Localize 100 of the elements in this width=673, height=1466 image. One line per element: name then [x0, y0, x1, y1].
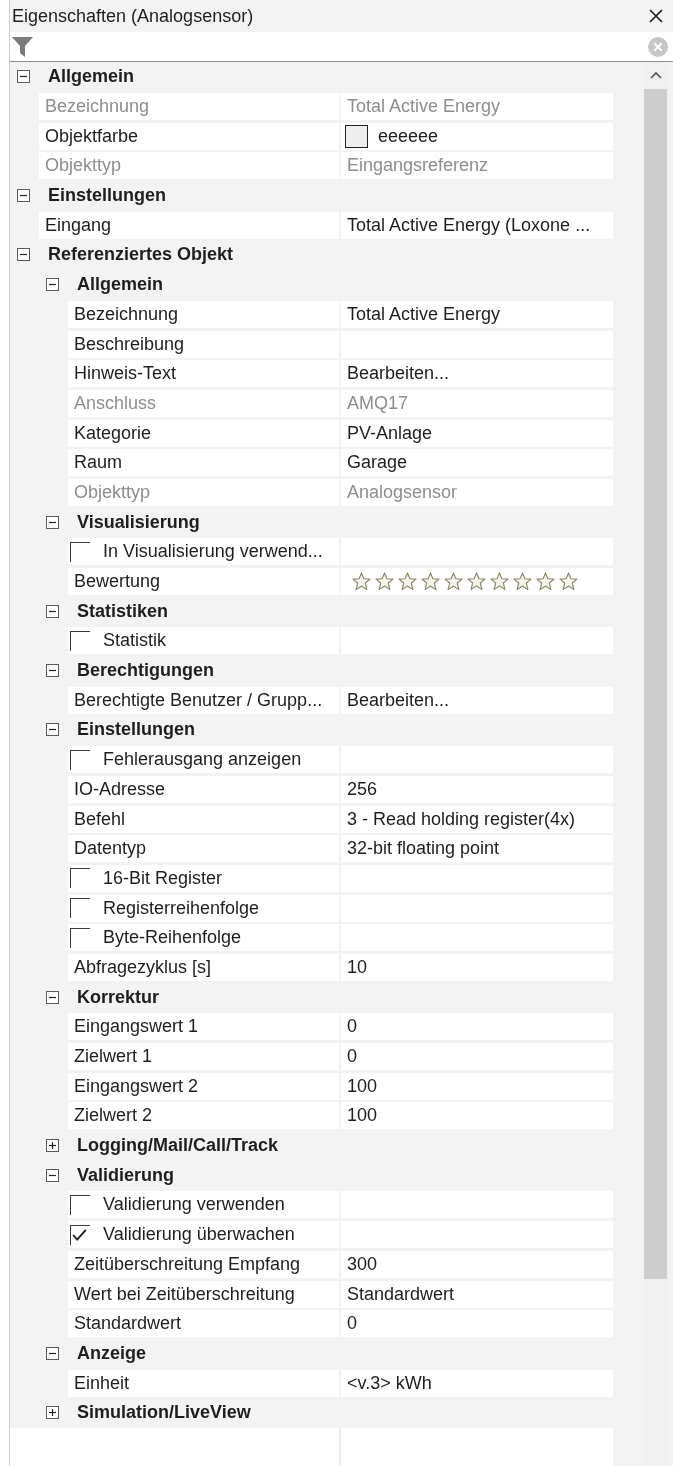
property-value[interactable]: Standardwert — [341, 1280, 613, 1308]
property-label: Hinweis-Text — [68, 360, 339, 388]
property-label: Datentyp — [68, 835, 339, 863]
property-label: Raum — [68, 449, 339, 477]
collapse-icon[interactable] — [17, 70, 30, 84]
collapse-icon[interactable] — [46, 604, 59, 618]
property-label: Zeitüberschreitung Empfang — [68, 1250, 339, 1278]
checkbox-label: 16-Bit Register — [103, 867, 223, 889]
star-icon[interactable] — [467, 572, 486, 592]
property-label: Beschreibung — [68, 330, 339, 358]
expand-icon[interactable] — [46, 1139, 59, 1153]
collapse-icon[interactable] — [17, 248, 30, 262]
close-icon[interactable] — [649, 9, 663, 23]
checkbox-label: Statistik — [103, 630, 167, 652]
collapse-icon[interactable] — [17, 189, 30, 203]
star-icon[interactable] — [398, 572, 417, 592]
property-value[interactable]: 10 — [341, 953, 613, 981]
checkbox[interactable] — [70, 898, 90, 919]
category-title: Logging/Mail/Call/Track — [77, 1135, 279, 1157]
category-title: Einstellungen — [48, 185, 166, 207]
property-value[interactable]: Total Active Energy (Loxone ... — [341, 211, 613, 239]
property-value[interactable]: Bearbeiten... — [341, 360, 613, 388]
star-icon[interactable] — [375, 572, 394, 592]
checkbox-label: Fehlerausgang anzeigen — [103, 749, 302, 771]
property-value[interactable]: Total Active Energy — [341, 300, 613, 328]
category-title: Korrektur — [77, 986, 160, 1008]
property-value[interactable]: 100 — [341, 1072, 613, 1100]
star-icon[interactable] — [490, 572, 509, 592]
property-value[interactable]: 0 — [341, 1310, 613, 1338]
property-label: Wert bei Zeitüberschreitung — [68, 1280, 339, 1308]
star-icon[interactable] — [444, 572, 463, 592]
property-label: Objektfarbe — [39, 122, 339, 150]
color-swatch-icon[interactable] — [345, 124, 368, 148]
collapse-icon[interactable] — [46, 1346, 59, 1360]
star-icon[interactable] — [421, 572, 440, 592]
checkbox[interactable] — [70, 927, 90, 948]
property-label: Berechtigte Benutzer / Grupp... — [68, 686, 339, 714]
property-label: Standardwert — [68, 1310, 339, 1338]
property-value[interactable]: 32-bit floating point — [341, 835, 613, 863]
collapse-icon[interactable] — [46, 664, 59, 678]
property-value[interactable]: <v.3> kWh — [341, 1369, 613, 1397]
collapse-icon[interactable] — [46, 1168, 59, 1182]
category-title: Einstellungen — [77, 719, 195, 741]
property-value[interactable]: 300 — [341, 1250, 613, 1278]
property-label: Bezeichnung — [68, 300, 339, 328]
property-value[interactable]: 0 — [341, 1043, 613, 1071]
checkbox-label: Validierung überwachen — [103, 1224, 295, 1246]
property-value[interactable]: Bearbeiten... — [341, 686, 613, 714]
collapse-icon[interactable] — [46, 515, 59, 529]
checkbox-label: Registerreihenfolge — [103, 897, 260, 919]
property-label: Objekttyp — [39, 152, 339, 180]
property-label: Eingangswert 2 — [68, 1072, 339, 1100]
category-title: Berechtigungen — [77, 660, 214, 682]
checkbox[interactable] — [70, 749, 90, 770]
property-label: Befehl — [68, 805, 339, 833]
collapse-icon[interactable] — [46, 990, 59, 1004]
property-value[interactable]: Garage — [341, 449, 613, 477]
collapse-icon[interactable] — [46, 278, 59, 292]
star-rating[interactable] — [352, 572, 578, 592]
collapse-icon[interactable] — [46, 723, 59, 737]
property-label: IO-Adresse — [68, 775, 339, 803]
category-title: Visualisierung — [77, 511, 200, 533]
property-label: Bewertung — [68, 568, 339, 596]
scrollbar-thumb[interactable] — [644, 89, 667, 1279]
checkbox[interactable] — [70, 1194, 90, 1215]
property-value[interactable]: 100 — [341, 1102, 613, 1130]
checkbox[interactable] — [70, 1224, 90, 1245]
category-title: Statistiken — [77, 600, 169, 622]
checkbox-label: Byte-Reihenfolge — [103, 927, 242, 949]
star-icon[interactable] — [513, 572, 532, 592]
property-label: Objekttyp — [68, 478, 339, 506]
checkbox[interactable] — [70, 630, 90, 651]
property-label: Abfragezyklus [s] — [68, 953, 339, 981]
category-title: Simulation/LiveView — [77, 1402, 251, 1424]
property-label: Eingang — [39, 211, 339, 239]
property-value[interactable]: 3 - Read holding register(4x) — [341, 805, 613, 833]
checkbox-label: In Visualisierung verwend... — [103, 541, 323, 563]
property-label: Eingangswert 1 — [68, 1013, 339, 1041]
filter-field[interactable] — [10, 32, 673, 62]
category-title: Allgemein — [77, 274, 164, 296]
property-label: Bezeichnung — [39, 93, 339, 121]
property-label: Zielwert 1 — [68, 1043, 339, 1071]
panel-title: Eigenschaften (Analogsensor) — [12, 5, 254, 27]
color-value[interactable]: eeeeee — [378, 125, 439, 147]
category-title: Allgemein — [48, 66, 135, 88]
star-icon[interactable] — [536, 572, 555, 592]
expand-icon[interactable] — [46, 1406, 59, 1420]
checkbox[interactable] — [70, 868, 90, 889]
category-title: Referenziertes Objekt — [48, 244, 234, 266]
checkbox-label: Validierung verwenden — [103, 1194, 285, 1216]
property-label: Anschluss — [68, 389, 339, 417]
star-icon[interactable] — [352, 572, 371, 592]
property-label: Einheit — [68, 1369, 339, 1397]
property-value[interactable]: 0 — [341, 1013, 613, 1041]
property-label: Zielwert 2 — [68, 1102, 339, 1130]
property-value[interactable]: 256 — [341, 775, 613, 803]
category-title: Anzeige — [77, 1342, 146, 1364]
checkbox[interactable] — [70, 541, 90, 562]
property-value[interactable]: PV-Anlage — [341, 419, 613, 447]
star-icon[interactable] — [559, 572, 578, 592]
